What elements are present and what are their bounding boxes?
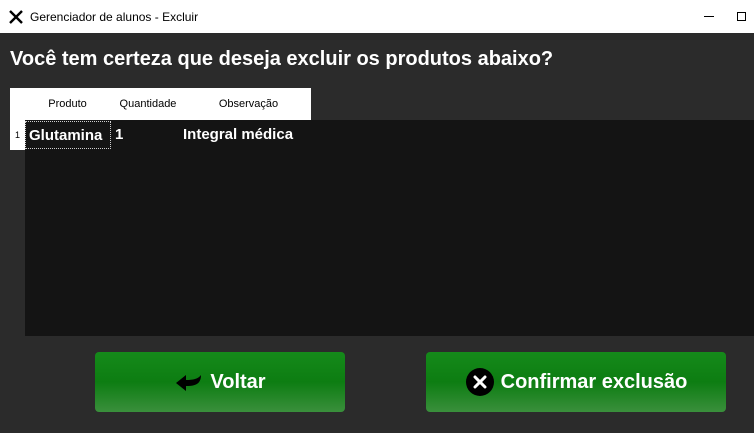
cell-observacao[interactable]: Integral médica <box>183 121 313 149</box>
close-circle-icon <box>465 367 495 397</box>
cell-produto[interactable]: Glutamina <box>25 121 111 149</box>
title-bar: Gerenciador de alunos - Excluir <box>0 0 754 33</box>
back-button[interactable]: Voltar <box>95 352 345 412</box>
arrow-back-icon <box>174 371 204 393</box>
table-row[interactable]: Glutamina 1 Integral médica <box>25 120 313 150</box>
minimize-icon[interactable] <box>700 9 718 23</box>
confirm-delete-button[interactable]: Confirmar exclusão <box>426 352 726 412</box>
close-x-icon <box>8 9 24 25</box>
table-corner <box>10 88 25 120</box>
maximize-icon[interactable] <box>732 9 750 23</box>
row-header[interactable]: 1 <box>10 120 25 150</box>
confirm-button-label: Confirmar exclusão <box>500 370 688 393</box>
cell-quantidade[interactable]: 1 <box>111 121 183 149</box>
products-table: Produto Quantidade Observação 1 Glutamin… <box>10 88 754 336</box>
row-headers: 1 <box>10 120 25 336</box>
back-button-label: Voltar <box>210 370 266 393</box>
column-header-quantidade[interactable]: Quantidade <box>110 98 186 110</box>
column-header-produto[interactable]: Produto <box>25 98 110 110</box>
header-filler <box>311 88 754 120</box>
column-header-observacao[interactable]: Observação <box>186 98 311 110</box>
page-title: Você tem certeza que deseja excluir os p… <box>10 48 554 70</box>
window-title: Gerenciador de alunos - Excluir <box>30 9 199 24</box>
table-body: Glutamina 1 Integral médica <box>25 120 754 336</box>
table-header: Produto Quantidade Observação <box>25 88 311 120</box>
